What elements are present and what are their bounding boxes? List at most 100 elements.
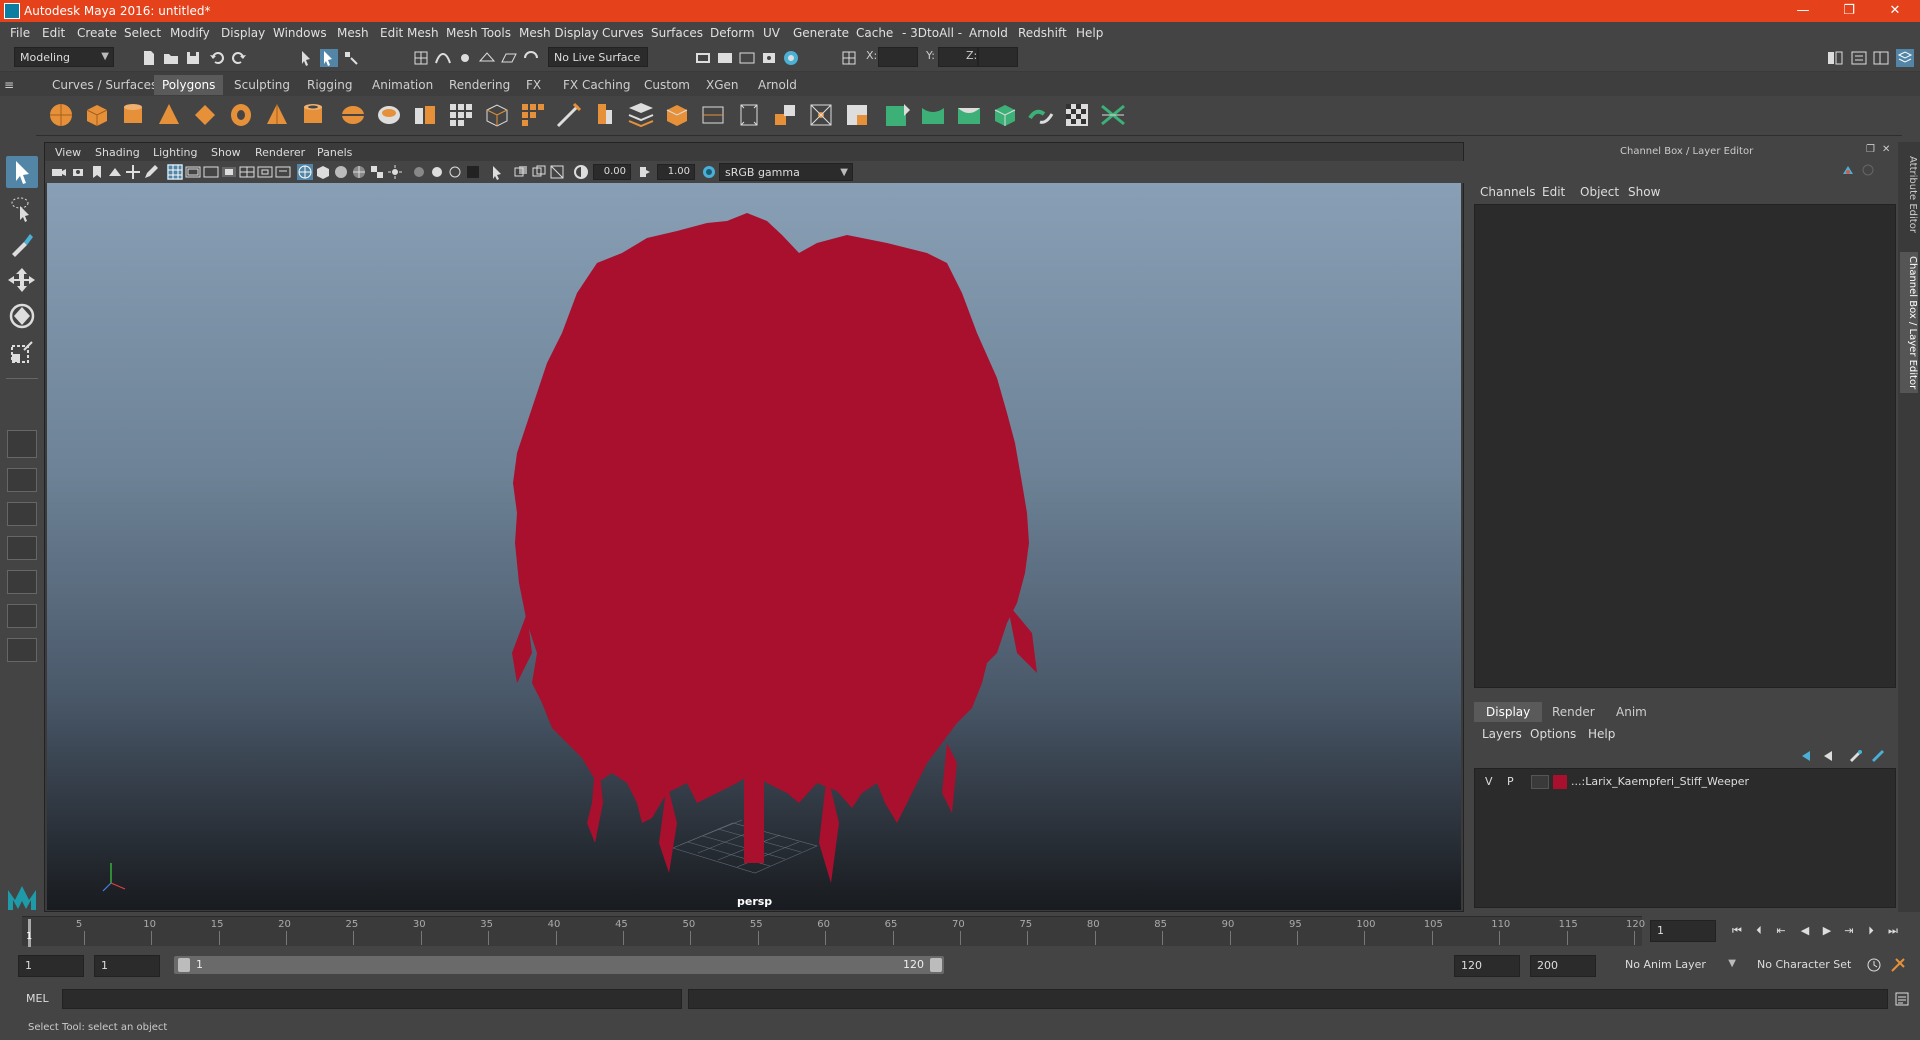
select-hierarchy-icon[interactable] [298,49,316,67]
move-tool-icon[interactable] [6,264,38,296]
shelf-tab-polygons[interactable]: Polygons [154,75,224,95]
menu-help[interactable]: Help [1076,26,1103,40]
tool-settings-toggle-icon[interactable] [1872,49,1890,67]
grease-pencil-icon[interactable] [143,164,159,180]
poly-torus-icon[interactable] [226,100,256,130]
step-forward-key-icon[interactable]: ⇥ [1840,924,1858,938]
persp-outliner-layout-icon[interactable] [7,502,37,526]
extrude-icon[interactable] [590,100,620,130]
go-to-end-icon[interactable]: ⏭ [1884,924,1902,938]
render-current-frame-icon[interactable] [716,49,734,67]
menu-display[interactable]: Display [221,26,265,40]
minimize-button[interactable]: — [1780,0,1826,22]
field-chart-icon[interactable] [239,164,255,180]
multi-cut-icon[interactable] [554,100,584,130]
layer-playback-toggle[interactable]: P [1507,775,1514,788]
float-panel-icon[interactable]: ❐ [1866,144,1878,156]
scale-tool-icon[interactable] [6,336,38,368]
wireframe-on-shaded-icon[interactable] [351,164,367,180]
menu-mesh-tools[interactable]: Mesh Tools [446,26,511,40]
shelf-tab-custom[interactable]: Custom [636,75,698,95]
close-button[interactable]: ✕ [1872,0,1918,22]
shadows-icon[interactable] [411,164,427,180]
mirror-icon[interactable] [518,100,548,130]
render-settings-icon[interactable] [760,49,778,67]
safe-action-icon[interactable] [257,164,273,180]
image-plane-icon[interactable] [107,164,123,180]
layer-tab-display[interactable]: Display [1474,702,1543,722]
menu-deform[interactable]: Deform [710,26,755,40]
play-backwards-icon[interactable]: ◀ [1796,924,1814,938]
menu-redshift[interactable]: Redshift [1018,26,1067,40]
film-gate-icon[interactable] [185,164,201,180]
poly-cylinder-icon[interactable] [118,100,148,130]
single-perspective-layout-icon[interactable] [7,430,37,458]
boolean-icon[interactable] [842,100,872,130]
cylindrical-mapping-icon[interactable] [918,100,948,130]
channel-box-toggle-icon[interactable] [1896,49,1914,67]
anim-layer-dropdown[interactable]: No Anim Layer ▼ [1620,955,1740,975]
target-weld-icon[interactable] [806,100,836,130]
mel-command-input[interactable] [62,989,682,1009]
menuset-dropdown[interactable]: Modeling ▼ [14,47,114,67]
go-to-start-icon[interactable]: ⏮ [1728,924,1746,938]
camera-attributes-icon[interactable] [71,164,87,180]
menu-mesh[interactable]: Mesh [337,26,369,40]
poly-cone-icon[interactable] [154,100,184,130]
default-material-icon[interactable] [333,164,349,180]
append-polygon-icon[interactable] [698,100,728,130]
shelf-tab-rigging[interactable]: Rigging [299,75,360,95]
extract-icon[interactable] [410,100,440,130]
snap-grid-icon[interactable] [412,49,430,67]
channel-box-options-icon[interactable] [1840,162,1856,178]
cut-uv-edges-icon[interactable] [1098,100,1128,130]
new-scene-icon[interactable] [140,49,158,67]
shelf-tab-rendering[interactable]: Rendering [441,75,518,95]
menu-select[interactable]: Select [124,26,161,40]
attribute-editor-toggle-icon[interactable] [1850,49,1868,67]
script-editor-icon[interactable] [1894,991,1910,1007]
textured-icon[interactable] [369,164,385,180]
menu-file[interactable]: File [10,26,30,40]
create-empty-layer-icon[interactable] [1848,748,1864,764]
panel-menu-panels[interactable]: Panels [317,146,352,159]
make-live-icon[interactable] [522,49,540,67]
xray-icon[interactable] [513,164,529,180]
character-set-dropdown[interactable]: No Character Set [1752,955,1862,975]
select-tool-icon[interactable] [6,156,38,188]
wireframe-icon[interactable] [297,164,313,180]
ipr-render-icon[interactable] [738,49,756,67]
z-coord-input[interactable] [978,47,1018,67]
playback-end-input[interactable]: 120 [1454,955,1520,977]
range-start-handle[interactable] [178,958,190,972]
layer-tab-render[interactable]: Render [1540,702,1607,722]
layer-display-type-toggle[interactable] [1531,775,1549,789]
automatic-mapping-icon[interactable] [990,100,1020,130]
undo-icon[interactable] [208,49,226,67]
step-back-key-icon[interactable]: ⇤ [1772,924,1790,938]
poly-cube-icon[interactable] [82,100,112,130]
four-view-layout-icon[interactable] [7,468,37,492]
separate-icon[interactable] [374,100,404,130]
smooth-icon[interactable] [446,100,476,130]
animation-preferences-icon[interactable] [1890,957,1906,973]
merge-icon[interactable] [770,100,800,130]
panel-menu-lighting[interactable]: Lighting [153,146,197,159]
play-forwards-icon[interactable]: ▶ [1818,924,1836,938]
view-transform-icon[interactable] [701,164,717,180]
shelf-tab-fx-caching[interactable]: FX Caching [555,75,638,95]
paint-select-icon[interactable] [6,228,38,260]
step-forward-frame-icon[interactable]: ⏵ [1862,924,1880,938]
shelf-tab-xgen[interactable]: XGen [698,75,747,95]
create-layer-from-selected-icon[interactable] [1870,748,1886,764]
shelf-tab-sculpting[interactable]: Sculpting [226,75,298,95]
menu-mesh-display[interactable]: Mesh Display [519,26,599,40]
shelf-tab-curves-surfaces[interactable]: Curves / Surfaces [44,75,165,95]
channel-menu-show[interactable]: Show [1628,185,1660,199]
layer-name[interactable]: ...:Larix_Kaempferi_Stiff_Weeper [1571,775,1749,788]
menu-edit[interactable]: Edit [42,26,65,40]
lasso-select-icon[interactable] [6,192,38,224]
open-scene-icon[interactable] [162,49,180,67]
live-surface-field[interactable]: No Live Surface [548,47,648,67]
layer-row[interactable]: V P ...:Larix_Kaempferi_Stiff_Weeper [1475,773,1895,791]
